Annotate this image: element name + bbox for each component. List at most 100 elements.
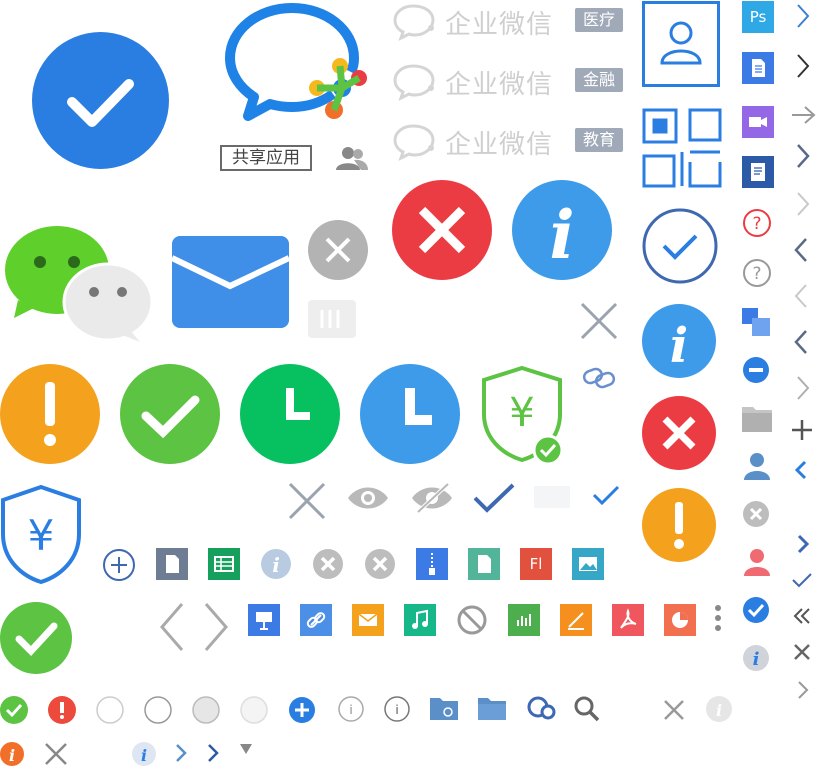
- svg-text:?: ?: [752, 264, 761, 284]
- chevron-right-icon: [790, 2, 814, 30]
- wework-brand-icon: [393, 120, 453, 164]
- chevron-left-icon: [790, 236, 814, 264]
- clock-icon: [240, 364, 340, 464]
- question-circle-icon: ?: [742, 208, 772, 238]
- flash-file-icon: Fl: [520, 548, 552, 580]
- plus-icon: [790, 418, 814, 442]
- info-circle-icon: i: [706, 696, 732, 722]
- warning-circle-icon: [48, 696, 76, 724]
- document-file-icon: [742, 52, 774, 84]
- chevron-right-icon: [172, 742, 190, 764]
- email-file-icon: [352, 604, 384, 636]
- svg-text:i: i: [670, 318, 688, 374]
- note-file-icon: [742, 156, 774, 188]
- placeholder-block: [534, 486, 570, 508]
- close-icon: [580, 302, 618, 340]
- video-file-icon: [742, 106, 774, 138]
- radio-disabled-icon: [192, 696, 220, 724]
- wework-brand-icon: [393, 60, 453, 104]
- svg-text:i: i: [753, 649, 760, 670]
- chevron-right-icon: [790, 52, 814, 80]
- eye-icon: [346, 484, 390, 512]
- chevron-left-icon: [790, 458, 814, 482]
- chart-file-icon: [508, 604, 540, 636]
- spreadsheet-file-icon: [208, 548, 240, 580]
- chevron-left-icon: [158, 602, 186, 652]
- wework-label: 企业微信: [445, 10, 554, 40]
- warning-circle-icon: [0, 364, 100, 464]
- close-icon: [790, 640, 814, 664]
- chevron-right-icon: [790, 374, 814, 402]
- pie-chart-file-icon: [664, 604, 696, 636]
- wework-brand-icon: [393, 4, 435, 41]
- chevron-right-icon: [202, 602, 230, 652]
- person-icon: [744, 452, 770, 480]
- industry-tag: 医疗: [575, 8, 623, 32]
- shared-apps-badge: 共享应用: [220, 145, 312, 171]
- clock-icon: [360, 364, 460, 464]
- chevron-right-icon: [790, 190, 814, 218]
- info-circle-icon: i: [742, 644, 770, 672]
- checkmark-icon: [592, 484, 620, 506]
- svg-text:i: i: [549, 196, 574, 274]
- warning-circle-icon: [642, 488, 716, 562]
- image-file-icon: [572, 548, 604, 580]
- info-circle-icon: i: [384, 696, 410, 722]
- svg-text:i: i: [272, 553, 280, 577]
- svg-text:¥: ¥: [28, 511, 55, 560]
- shield-yen-icon: ¥: [480, 364, 564, 466]
- close-circle-icon: [308, 220, 368, 280]
- chevron-right-icon: [790, 142, 814, 170]
- question-circle-icon: ?: [742, 258, 772, 288]
- industry-tag: 金融: [575, 68, 623, 92]
- checkmark-icon: [790, 570, 814, 590]
- radio-empty-icon[interactable]: [96, 696, 124, 724]
- chevron-right-icon: [790, 532, 814, 556]
- wechat-logo-icon: [2, 222, 154, 344]
- check-circle-icon: [120, 364, 220, 464]
- close-icon[interactable]: [44, 742, 68, 766]
- svg-text:?: ?: [752, 214, 761, 234]
- svg-text:i: i: [395, 703, 398, 717]
- check-circle-outline-icon: [642, 208, 718, 284]
- close-circle-icon: [364, 548, 396, 580]
- close-icon: [288, 482, 326, 520]
- wework-brand-row: [393, 0, 453, 44]
- link-icon: [582, 366, 616, 390]
- layers-icon: [742, 308, 772, 338]
- shield-yen-icon: ¥: [0, 484, 82, 585]
- chevron-left-icon: [790, 328, 814, 356]
- person-icon: [744, 548, 770, 576]
- checkmark-icon: [472, 482, 516, 514]
- double-chevron-left-icon: [790, 604, 814, 628]
- sketch-file-icon: [560, 604, 592, 636]
- radio-empty-icon[interactable]: [144, 696, 172, 724]
- search-icon[interactable]: [574, 696, 600, 722]
- forbidden-icon: [456, 604, 488, 636]
- photoshop-file-icon: Ps: [742, 1, 774, 33]
- zip-file-icon: [416, 548, 448, 580]
- info-circle-icon: i: [0, 742, 24, 766]
- wework-label: 企业微信: [445, 130, 554, 160]
- chevron-right-icon: [790, 678, 814, 702]
- document-file-icon: [156, 548, 188, 580]
- add-circle-icon[interactable]: [288, 696, 316, 724]
- svg-text:¥: ¥: [509, 390, 534, 436]
- info-circle-icon: i: [132, 742, 156, 766]
- link-file-icon: [300, 604, 332, 636]
- wework-label: 企业微信: [445, 70, 554, 100]
- error-circle-icon: [392, 180, 492, 280]
- minus-circle-icon: [742, 356, 770, 384]
- radio-disabled-icon: [240, 696, 268, 724]
- close-circle-icon: [742, 500, 770, 528]
- info-circle-icon: i: [338, 696, 364, 722]
- mail-envelope-icon: [170, 236, 291, 328]
- check-circle-icon: [0, 602, 72, 674]
- check-circle-icon: [0, 696, 28, 724]
- close-icon[interactable]: [662, 698, 686, 722]
- folder-icon: [742, 404, 772, 432]
- pdf-file-icon: [612, 604, 644, 636]
- wework-logo-icon: [222, 2, 372, 127]
- eye-off-icon: [410, 482, 454, 514]
- close-circle-icon: [312, 548, 344, 580]
